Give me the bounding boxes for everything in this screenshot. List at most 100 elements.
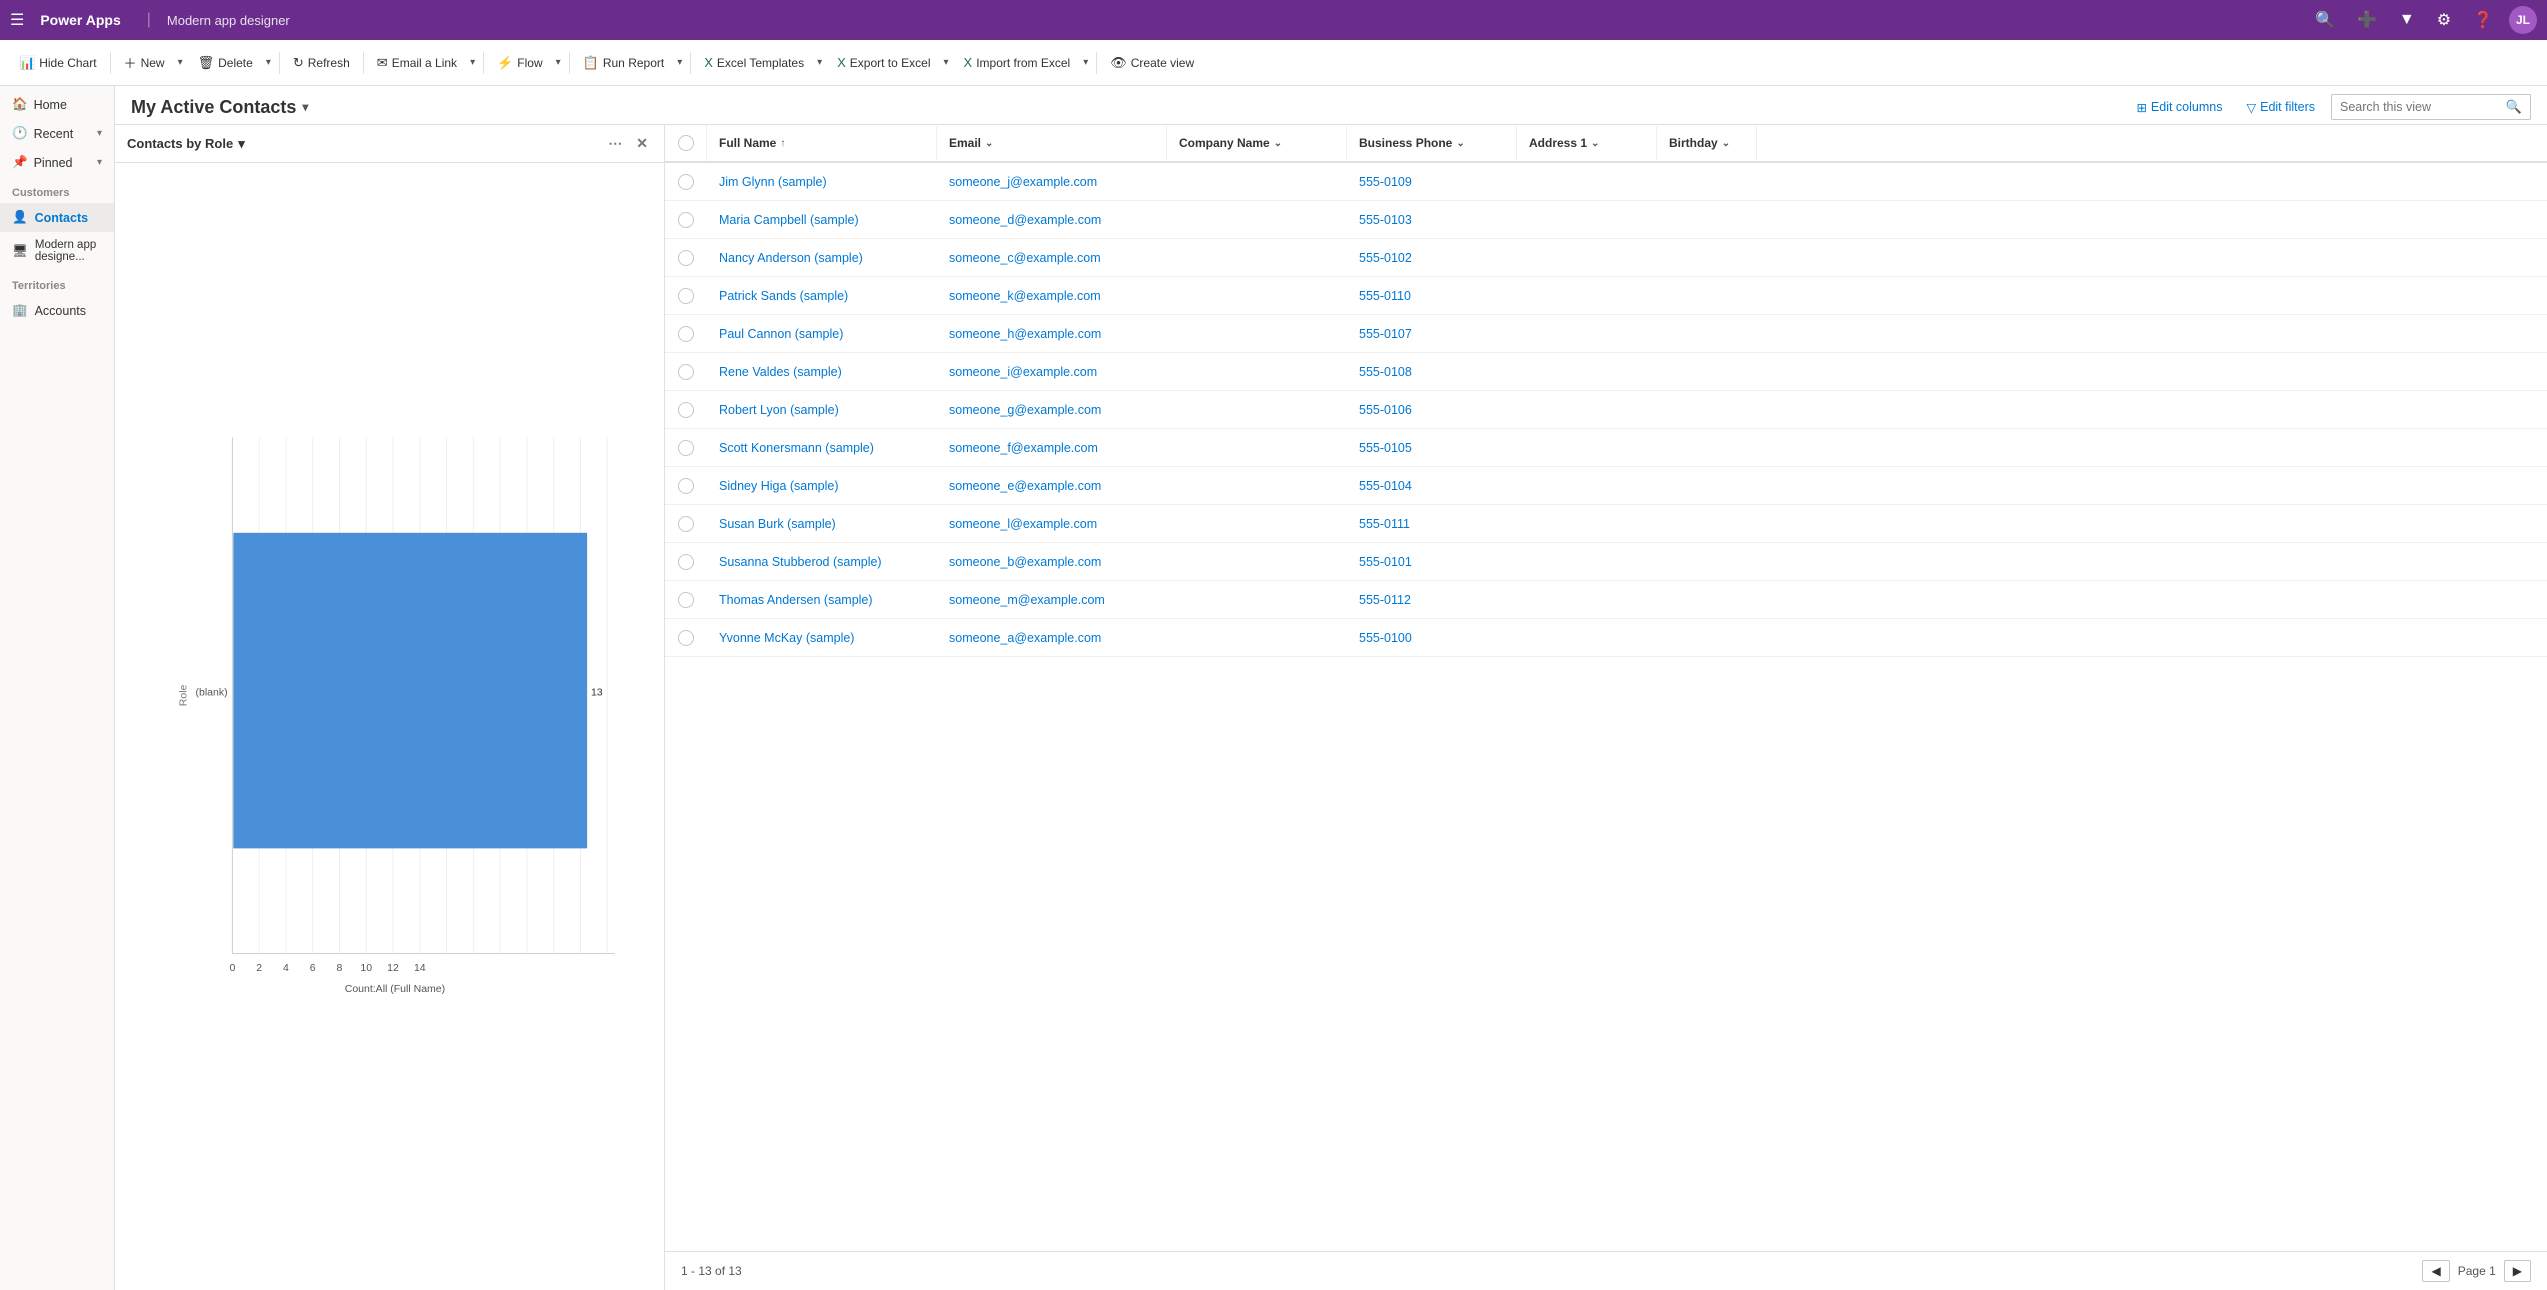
new-dropdown-arrow[interactable]: ▾ <box>174 52 187 73</box>
run-report-dropdown-arrow[interactable]: ▾ <box>673 52 686 73</box>
sidebar-item-modern-app[interactable]: 🖥 Modern app designe... <box>0 232 114 270</box>
fullname-cell[interactable]: Sidney Higa (sample) <box>707 471 937 501</box>
row-checkbox[interactable] <box>665 546 707 578</box>
import-excel-button[interactable]: X Import from Excel <box>955 50 1080 75</box>
phone-cell[interactable]: 555-0106 <box>1347 395 1517 425</box>
row-select-checkbox[interactable] <box>678 554 694 570</box>
phone-cell[interactable]: 555-0110 <box>1347 281 1517 311</box>
row-checkbox[interactable] <box>665 204 707 236</box>
phone-cell[interactable]: 555-0102 <box>1347 243 1517 273</box>
email-cell[interactable]: someone_b@example.com <box>937 547 1167 577</box>
row-select-checkbox[interactable] <box>678 250 694 266</box>
row-checkbox[interactable] <box>665 242 707 274</box>
sidebar-item-contacts[interactable]: 👤 Contacts <box>0 203 114 232</box>
search-box[interactable]: 🔍 <box>2331 94 2531 120</box>
sidebar-item-home[interactable]: 🏠 Home <box>0 90 114 119</box>
row-checkbox[interactable] <box>665 470 707 502</box>
row-checkbox[interactable] <box>665 394 707 426</box>
delete-button[interactable]: 🗑 Delete <box>189 50 262 76</box>
row-select-checkbox[interactable] <box>678 402 694 418</box>
email-cell[interactable]: someone_h@example.com <box>937 319 1167 349</box>
sidebar-item-recent[interactable]: 🕐 Recent ▾ <box>0 119 114 148</box>
delete-dropdown-arrow[interactable]: ▾ <box>262 52 275 73</box>
row-checkbox[interactable] <box>665 356 707 388</box>
row-select-checkbox[interactable] <box>678 440 694 456</box>
fullname-column-header[interactable]: Full Name ↑ <box>707 126 937 160</box>
phone-cell[interactable]: 555-0104 <box>1347 471 1517 501</box>
flow-dropdown-arrow[interactable]: ▾ <box>552 52 565 73</box>
phone-cell[interactable]: 555-0100 <box>1347 623 1517 653</box>
search-input[interactable] <box>2340 100 2500 114</box>
excel-templates-dropdown-arrow[interactable]: ▾ <box>813 52 826 73</box>
phone-cell[interactable]: 555-0111 <box>1347 509 1517 539</box>
email-cell[interactable]: someone_j@example.com <box>937 167 1167 197</box>
email-cell[interactable]: someone_l@example.com <box>937 509 1167 539</box>
phone-cell[interactable]: 555-0103 <box>1347 205 1517 235</box>
phone-cell[interactable]: 555-0107 <box>1347 319 1517 349</box>
row-select-checkbox[interactable] <box>678 174 694 190</box>
search-icon[interactable]: 🔍 <box>2309 6 2341 34</box>
new-button[interactable]: ＋ New <box>115 48 174 77</box>
phone-cell[interactable]: 555-0101 <box>1347 547 1517 577</box>
fullname-cell[interactable]: Thomas Andersen (sample) <box>707 585 937 615</box>
edit-columns-button[interactable]: ⊞ Edit columns <box>2128 96 2230 119</box>
view-title[interactable]: My Active Contacts ▾ <box>131 97 308 118</box>
row-select-checkbox[interactable] <box>678 326 694 342</box>
email-cell[interactable]: someone_a@example.com <box>937 623 1167 653</box>
export-excel-dropdown-arrow[interactable]: ▾ <box>939 52 952 73</box>
email-cell[interactable]: someone_i@example.com <box>937 357 1167 387</box>
phone-column-header[interactable]: Business Phone ⌄ <box>1347 126 1517 160</box>
next-page-button[interactable]: ▶ <box>2504 1260 2531 1282</box>
row-select-checkbox[interactable] <box>678 212 694 228</box>
hamburger-menu[interactable]: ☰ <box>10 10 24 30</box>
edit-filters-button[interactable]: ▽ Edit filters <box>2238 96 2323 119</box>
row-checkbox[interactable] <box>665 318 707 350</box>
fullname-cell[interactable]: Paul Cannon (sample) <box>707 319 937 349</box>
chart-more-options-icon[interactable]: ⋯ <box>604 133 626 154</box>
row-select-checkbox[interactable] <box>678 364 694 380</box>
row-select-checkbox[interactable] <box>678 516 694 532</box>
email-cell[interactable]: someone_f@example.com <box>937 433 1167 463</box>
row-select-checkbox[interactable] <box>678 630 694 646</box>
phone-cell[interactable]: 555-0112 <box>1347 585 1517 615</box>
add-icon[interactable]: ➕ <box>2351 6 2383 34</box>
prev-page-button[interactable]: ◀ <box>2422 1260 2449 1282</box>
fullname-cell[interactable]: Robert Lyon (sample) <box>707 395 937 425</box>
import-excel-dropdown-arrow[interactable]: ▾ <box>1079 52 1092 73</box>
email-cell[interactable]: someone_d@example.com <box>937 205 1167 235</box>
run-report-button[interactable]: 📋 Run Report <box>574 50 674 76</box>
fullname-cell[interactable]: Patrick Sands (sample) <box>707 281 937 311</box>
create-view-button[interactable]: 👁 Create view <box>1101 50 1203 76</box>
chart-title[interactable]: Contacts by Role ▾ <box>127 136 245 152</box>
row-checkbox[interactable] <box>665 166 707 198</box>
email-cell[interactable]: someone_g@example.com <box>937 395 1167 425</box>
row-select-checkbox[interactable] <box>678 288 694 304</box>
row-checkbox[interactable] <box>665 508 707 540</box>
export-excel-button[interactable]: X Export to Excel <box>828 50 939 75</box>
user-avatar[interactable]: JL <box>2509 6 2537 34</box>
email-cell[interactable]: someone_e@example.com <box>937 471 1167 501</box>
excel-templates-button[interactable]: X Excel Templates <box>695 50 813 75</box>
help-icon[interactable]: ❓ <box>2467 6 2499 34</box>
email-cell[interactable]: someone_k@example.com <box>937 281 1167 311</box>
row-checkbox[interactable] <box>665 622 707 654</box>
row-checkbox[interactable] <box>665 432 707 464</box>
row-select-checkbox[interactable] <box>678 478 694 494</box>
email-column-header[interactable]: Email ⌄ <box>937 126 1167 160</box>
row-select-checkbox[interactable] <box>678 592 694 608</box>
fullname-cell[interactable]: Susanna Stubberod (sample) <box>707 547 937 577</box>
filter-icon[interactable]: ▼ <box>2393 7 2421 33</box>
company-column-header[interactable]: Company Name ⌄ <box>1167 126 1347 160</box>
email-cell[interactable]: someone_m@example.com <box>937 585 1167 615</box>
phone-cell[interactable]: 555-0108 <box>1347 357 1517 387</box>
row-checkbox[interactable] <box>665 584 707 616</box>
email-link-button[interactable]: ✉ Email a Link <box>368 50 466 76</box>
fullname-cell[interactable]: Yvonne McKay (sample) <box>707 623 937 653</box>
search-magnifier-icon[interactable]: 🔍 <box>2506 99 2522 115</box>
row-checkbox[interactable] <box>665 280 707 312</box>
sidebar-item-accounts[interactable]: 🏢 Accounts <box>0 296 114 325</box>
address-column-header[interactable]: Address 1 ⌄ <box>1517 126 1657 160</box>
sidebar-item-pinned[interactable]: 📌 Pinned ▾ <box>0 148 114 177</box>
fullname-cell[interactable]: Susan Burk (sample) <box>707 509 937 539</box>
fullname-cell[interactable]: Maria Campbell (sample) <box>707 205 937 235</box>
